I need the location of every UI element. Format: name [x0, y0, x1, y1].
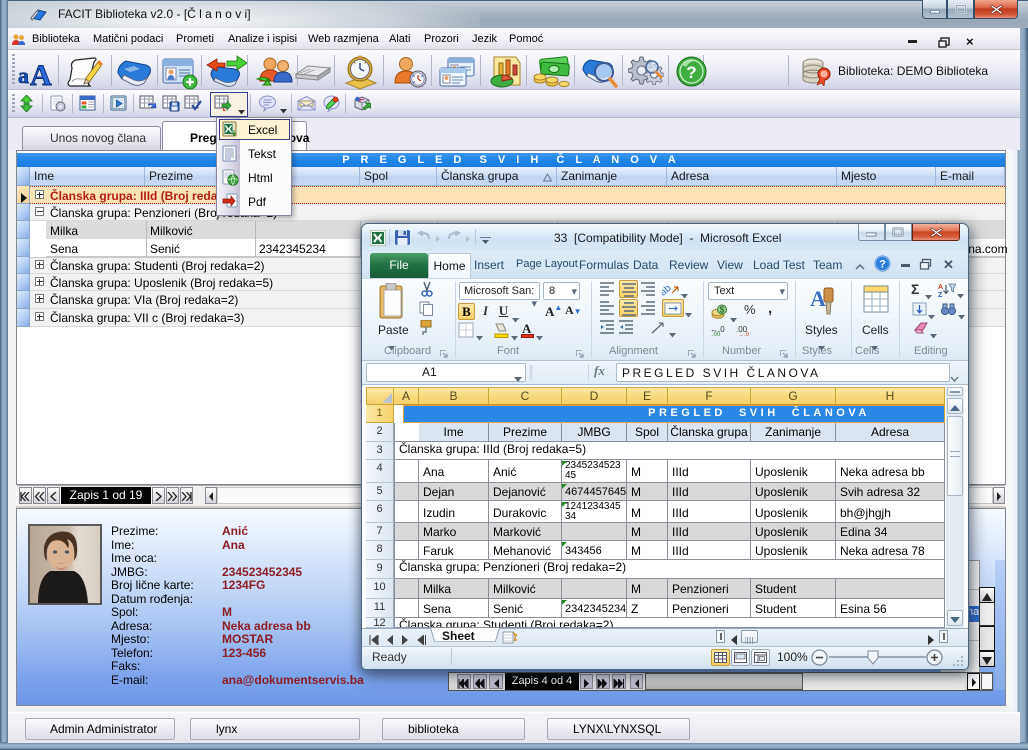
svg-text:→.0: →.0: [738, 332, 750, 336]
svg-text:.00: .00: [712, 332, 721, 336]
svg-text:a: a: [18, 63, 29, 87]
svg-text:$: $: [720, 306, 725, 315]
svg-text:A: A: [938, 284, 943, 291]
svg-text:A: A: [30, 59, 52, 87]
svg-text:ab: ab: [662, 283, 674, 297]
svg-text:?: ?: [879, 259, 886, 271]
svg-text:?: ?: [686, 63, 696, 82]
svg-text:Z: Z: [938, 292, 943, 297]
